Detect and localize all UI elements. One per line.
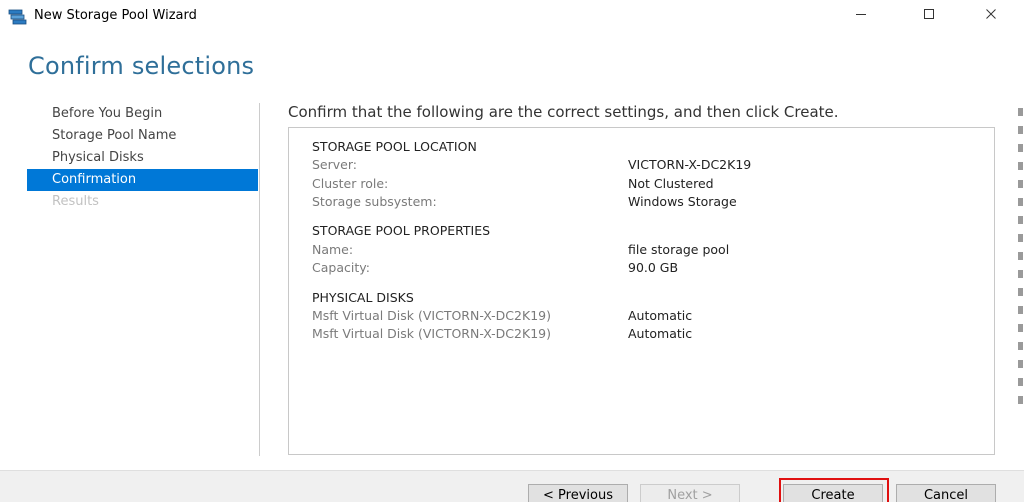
nav-item-storage-pool-name[interactable]: Storage Pool Name bbox=[27, 125, 258, 147]
row-value-disk-1: Automatic bbox=[628, 308, 693, 323]
row-value-server: VICTORN-X-DC2K19 bbox=[628, 157, 752, 172]
nav-divider bbox=[259, 103, 260, 456]
scroll-mark bbox=[1018, 126, 1023, 134]
scroll-mark bbox=[1018, 234, 1023, 242]
scroll-mark bbox=[1018, 360, 1023, 368]
minimize-button[interactable] bbox=[838, 0, 884, 32]
scroll-mark bbox=[1018, 342, 1023, 350]
scroll-mark bbox=[1018, 252, 1023, 260]
maximize-button[interactable] bbox=[906, 0, 952, 32]
scroll-mark bbox=[1018, 144, 1023, 152]
scroll-mark bbox=[1018, 162, 1023, 170]
scroll-mark bbox=[1018, 216, 1023, 224]
row-label-disk-1: Msft Virtual Disk (VICTORN-X-DC2K19) bbox=[312, 308, 551, 323]
nav-item-results: Results bbox=[52, 194, 99, 209]
scroll-mark bbox=[1018, 270, 1023, 278]
row-value-capacity: 90.0 GB bbox=[628, 260, 679, 275]
nav-item-before-you-begin[interactable]: Before You Begin bbox=[27, 103, 258, 125]
wizard-step-nav: Before You Begin Storage Pool Name Physi… bbox=[27, 103, 258, 213]
title-bar[interactable]: New Storage Pool Wizard bbox=[0, 0, 1024, 34]
nav-item-physical-disks[interactable]: Physical Disks bbox=[27, 147, 258, 169]
storage-pool-icon bbox=[8, 8, 28, 26]
section-heading-physical-disks: PHYSICAL DISKS bbox=[312, 290, 414, 305]
scroll-mark bbox=[1018, 396, 1023, 404]
row-label-server: Server: bbox=[312, 157, 357, 172]
page-title: Confirm selections bbox=[28, 52, 255, 80]
settings-summary-box[interactable]: STORAGE POOL LOCATION Server: VICTORN-X-… bbox=[288, 127, 995, 455]
cancel-button[interactable]: Cancel bbox=[896, 484, 996, 502]
row-label-cluster-role: Cluster role: bbox=[312, 176, 389, 191]
row-label-storage-subsystem: Storage subsystem: bbox=[312, 194, 437, 209]
scroll-mark bbox=[1018, 180, 1023, 188]
scroll-mark bbox=[1018, 378, 1023, 386]
row-value-storage-subsystem: Windows Storage bbox=[628, 194, 737, 209]
scroll-mark bbox=[1018, 198, 1023, 206]
row-label-name: Name: bbox=[312, 242, 354, 257]
row-label-capacity: Capacity: bbox=[312, 260, 370, 275]
window-title: New Storage Pool Wizard bbox=[34, 8, 197, 23]
next-button: Next > bbox=[640, 484, 740, 502]
scroll-mark bbox=[1018, 288, 1023, 296]
minimize-icon bbox=[855, 8, 867, 24]
scroll-mark bbox=[1018, 324, 1023, 332]
row-value-cluster-role: Not Clustered bbox=[628, 176, 714, 191]
close-button[interactable] bbox=[968, 0, 1014, 32]
wizard-window: New Storage Pool Wizard Confirm selectio… bbox=[0, 0, 1024, 502]
create-highlight-annotation bbox=[779, 478, 889, 502]
maximize-icon bbox=[923, 8, 935, 24]
row-value-disk-2: Automatic bbox=[628, 326, 693, 341]
row-value-name: file storage pool bbox=[628, 242, 730, 257]
scroll-mark bbox=[1018, 108, 1023, 116]
scroll-mark bbox=[1018, 306, 1023, 314]
section-heading-properties: STORAGE POOL PROPERTIES bbox=[312, 223, 491, 238]
nav-item-confirmation[interactable]: Confirmation bbox=[27, 169, 258, 191]
instruction-text: Confirm that the following are the corre… bbox=[288, 103, 839, 121]
previous-button[interactable]: < Previous bbox=[528, 484, 628, 502]
row-label-disk-2: Msft Virtual Disk (VICTORN-X-DC2K19) bbox=[312, 326, 551, 341]
section-heading-location: STORAGE POOL LOCATION bbox=[312, 139, 477, 154]
close-icon bbox=[985, 8, 997, 24]
scrollbar-track[interactable] bbox=[1018, 108, 1024, 438]
